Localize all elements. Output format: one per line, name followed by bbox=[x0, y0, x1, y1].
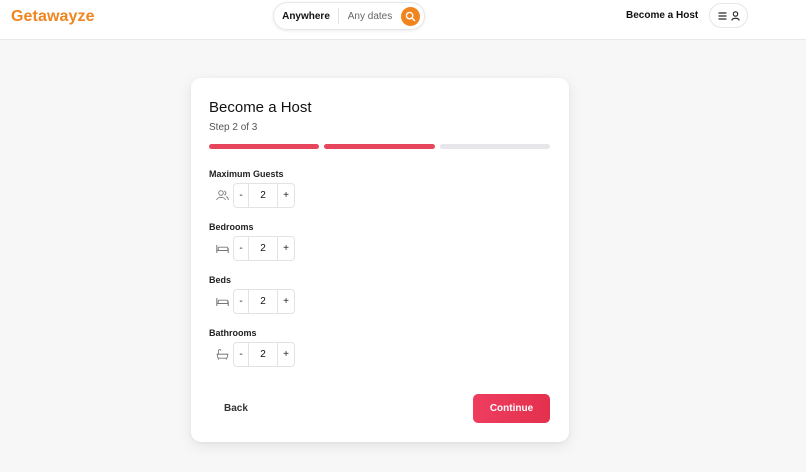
field-maximum-guests: Maximum Guests - 2 + bbox=[209, 167, 409, 208]
decrement-button[interactable]: - bbox=[234, 237, 248, 260]
bathrooms-stepper: - 2 + bbox=[233, 342, 295, 367]
bed-icon bbox=[209, 236, 233, 261]
search-button[interactable] bbox=[401, 6, 420, 26]
search-bar[interactable]: Anywhere Any dates bbox=[273, 2, 425, 30]
search-location[interactable]: Anywhere bbox=[274, 11, 338, 22]
search-dates[interactable]: Any dates bbox=[339, 11, 401, 22]
decrement-button[interactable]: - bbox=[234, 290, 248, 313]
brand-logo[interactable]: Getawayze bbox=[11, 8, 95, 26]
increment-button[interactable]: + bbox=[278, 290, 294, 313]
decrement-button[interactable]: - bbox=[234, 343, 248, 366]
decrement-button[interactable]: - bbox=[234, 184, 248, 207]
bathrooms-value[interactable]: 2 bbox=[248, 343, 278, 366]
search-icon bbox=[405, 11, 416, 21]
bedrooms-value[interactable]: 2 bbox=[248, 237, 278, 260]
field-beds: Beds - 2 + bbox=[209, 273, 409, 314]
progress-segment-1 bbox=[209, 144, 320, 149]
progress-segment-3 bbox=[439, 144, 550, 149]
field-bathrooms: Bathrooms - 2 + bbox=[209, 326, 409, 367]
users-icon bbox=[209, 183, 233, 208]
user-icon bbox=[730, 10, 740, 21]
beds-value[interactable]: 2 bbox=[248, 290, 278, 313]
bed-icon bbox=[209, 289, 233, 314]
beds-stepper: - 2 + bbox=[233, 289, 295, 314]
menu-icon bbox=[718, 11, 726, 20]
top-navigation: Getawayze Anywhere Any dates Become a Ho… bbox=[0, 0, 806, 40]
user-menu-button[interactable] bbox=[709, 3, 748, 28]
step-indicator: Step 2 of 3 bbox=[209, 122, 258, 133]
progress-bar bbox=[209, 144, 550, 149]
guests-value[interactable]: 2 bbox=[248, 184, 278, 207]
host-wizard-card: Become a Host Step 2 of 3 Maximum Guests… bbox=[191, 78, 569, 442]
page-title: Become a Host bbox=[209, 99, 312, 116]
bathtub-icon bbox=[209, 342, 233, 367]
back-button[interactable]: Back bbox=[224, 403, 248, 414]
progress-segment-2 bbox=[324, 144, 435, 149]
increment-button[interactable]: + bbox=[278, 343, 294, 366]
bedrooms-stepper: - 2 + bbox=[233, 236, 295, 261]
guests-stepper: - 2 + bbox=[233, 183, 295, 208]
field-label: Beds bbox=[209, 275, 232, 285]
become-host-link[interactable]: Become a Host bbox=[626, 10, 698, 21]
field-label: Bedrooms bbox=[209, 222, 254, 232]
field-label: Maximum Guests bbox=[209, 169, 284, 179]
field-label: Bathrooms bbox=[209, 328, 257, 338]
continue-button[interactable]: Continue bbox=[473, 394, 550, 423]
field-bedrooms: Bedrooms - 2 + bbox=[209, 220, 409, 261]
increment-button[interactable]: + bbox=[278, 237, 294, 260]
increment-button[interactable]: + bbox=[278, 184, 294, 207]
